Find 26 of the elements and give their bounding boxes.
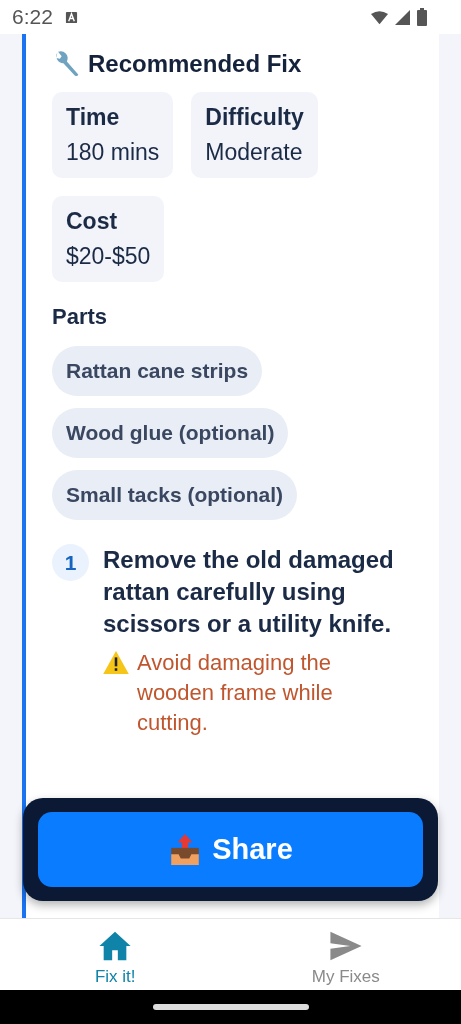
- stat-value: $20-$50: [66, 243, 151, 270]
- stat-label: Cost: [66, 208, 119, 235]
- stat-value: Moderate: [205, 139, 304, 166]
- part-chip: Rattan cane strips: [52, 346, 263, 396]
- warning-icon: [103, 651, 129, 674]
- signal-icon: [394, 9, 411, 25]
- nav-tab[interactable]: Fix it!: [0, 919, 231, 990]
- parts-heading: Parts: [52, 304, 109, 330]
- stat-label: Time: [66, 104, 121, 131]
- share-button[interactable]: Share: [38, 812, 423, 887]
- home-handle[interactable]: [152, 1004, 309, 1010]
- notification-icon: [64, 10, 78, 24]
- wifi-icon: [371, 9, 388, 25]
- nav-tab[interactable]: My Fixes: [230, 919, 461, 990]
- home-icon: [98, 929, 133, 963]
- status-time: 6:22: [12, 5, 53, 29]
- part-chip: Small tacks (optional): [52, 470, 298, 520]
- part-chip: Wood glue (optional): [52, 408, 289, 458]
- stat-label: Difficulty: [205, 104, 304, 131]
- send-icon: [328, 929, 363, 963]
- battery-icon: [417, 8, 427, 26]
- warning-text: Avoid damaging the wooden frame while cutting.: [137, 649, 334, 737]
- stat-value: 180 mins: [66, 139, 160, 166]
- step-number: 1: [52, 544, 89, 581]
- section-title: Recommended Fix: [88, 50, 302, 78]
- step-text: Remove the old damaged rattan carefully using scissors or a utility knife.: [103, 545, 395, 639]
